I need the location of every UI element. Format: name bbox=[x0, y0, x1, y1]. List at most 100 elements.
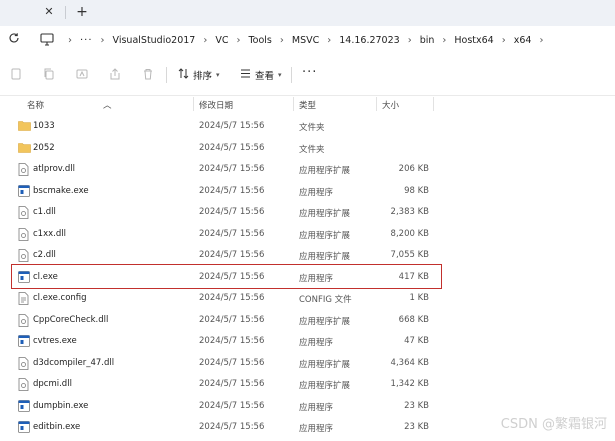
file-name: atlprov.dll bbox=[33, 164, 75, 174]
sort-label: 排序 bbox=[193, 71, 213, 82]
cut-icon[interactable] bbox=[10, 68, 22, 80]
dll-file-icon bbox=[18, 227, 30, 241]
file-row[interactable]: cvtres.exe 2024/5/7 15:56 应用程序 47 KB bbox=[0, 331, 615, 353]
file-size: 1,342 KB bbox=[390, 379, 429, 389]
breadcrumb-item[interactable]: Hostx64 bbox=[454, 35, 493, 46]
this-pc-icon[interactable] bbox=[40, 33, 54, 46]
file-row[interactable]: dpcmi.dll 2024/5/7 15:56 应用程序扩展 1,342 KB bbox=[0, 374, 615, 396]
chevron-right-icon: › bbox=[442, 35, 447, 46]
dll-file-icon bbox=[18, 206, 30, 219]
file-type: 应用程序 bbox=[299, 402, 334, 413]
file-row[interactable]: c1.dll 2024/5/7 15:56 应用程序扩展 2,383 KB bbox=[0, 202, 615, 224]
share-icon[interactable] bbox=[109, 68, 121, 80]
file-name: d3dcompiler_47.dll bbox=[33, 357, 115, 368]
column-resize-handle[interactable] bbox=[376, 97, 377, 111]
file-type: 文件夹 bbox=[299, 123, 325, 133]
breadcrumb-item[interactable]: VisualStudio2017 bbox=[113, 35, 196, 46]
breadcrumb-item[interactable]: x64 bbox=[514, 35, 532, 46]
column-header-size[interactable]: 大小 bbox=[382, 99, 399, 111]
file-type: 应用程序扩展 bbox=[299, 316, 351, 327]
breadcrumb: › ··· › VisualStudio2017 › VC › Tools › … bbox=[60, 26, 551, 55]
file-row[interactable]: c1xx.dll 2024/5/7 15:56 应用程序扩展 8,200 KB bbox=[0, 224, 615, 246]
file-date: 2024/5/7 15:56 bbox=[199, 250, 265, 260]
breadcrumb-overflow-button[interactable]: ··· bbox=[80, 35, 93, 46]
file-date: 2024/5/7 15:56 bbox=[199, 185, 265, 196]
file-name: 1033 bbox=[33, 121, 55, 131]
close-tab-icon[interactable]: ✕ bbox=[41, 4, 57, 20]
breadcrumb-item[interactable]: MSVC bbox=[292, 35, 319, 46]
address-bar: › ··· › VisualStudio2017 › VC › Tools › … bbox=[0, 26, 615, 55]
config-file-icon bbox=[18, 292, 30, 305]
chevron-right-icon: › bbox=[327, 35, 332, 46]
file-date: 2024/5/7 15:56 bbox=[199, 121, 265, 131]
file-type: 应用程序 bbox=[299, 338, 334, 348]
exe-file-icon bbox=[18, 421, 30, 434]
column-header-name[interactable]: 名称 bbox=[27, 99, 44, 111]
file-date: 2024/5/7 15:56 bbox=[199, 422, 265, 432]
chevron-right-icon: › bbox=[407, 35, 412, 46]
file-name: c2.dll bbox=[33, 250, 56, 260]
exe-file-icon bbox=[18, 399, 30, 413]
file-row[interactable]: d3dcompiler_47.dll 2024/5/7 15:56 应用程序扩展 4,… bbox=[0, 353, 615, 375]
file-type: 应用程序扩展 bbox=[299, 381, 351, 391]
file-name: cvtres.exe bbox=[33, 336, 77, 346]
breadcrumb-item[interactable]: VC bbox=[215, 35, 228, 46]
breadcrumb-item[interactable]: Tools bbox=[248, 35, 271, 46]
file-size: 23 KB bbox=[404, 400, 429, 411]
tab-divider bbox=[65, 6, 66, 19]
exe-file-icon bbox=[18, 335, 30, 348]
rename-icon[interactable] bbox=[76, 68, 88, 80]
file-type: 应用程序 bbox=[299, 424, 334, 434]
view-button[interactable]: 查看 ▾ bbox=[240, 66, 282, 84]
file-name: CppCoreCheck.dll bbox=[33, 314, 109, 325]
file-date: 2024/5/7 15:56 bbox=[199, 336, 265, 346]
dll-file-icon bbox=[18, 356, 30, 370]
file-row[interactable]: atlprov.dll 2024/5/7 15:56 应用程序扩展 206 KB bbox=[0, 159, 615, 181]
file-type: 文件夹 bbox=[299, 144, 325, 155]
file-name: cl.exe.config bbox=[33, 293, 87, 303]
folder-icon bbox=[18, 120, 31, 133]
file-date: 2024/5/7 15:56 bbox=[199, 293, 265, 303]
sort-button[interactable]: 排序 ▾ bbox=[178, 66, 220, 84]
column-resize-handle[interactable] bbox=[193, 97, 194, 111]
folder-icon bbox=[18, 142, 31, 155]
new-tab-button[interactable]: + bbox=[74, 3, 90, 21]
column-resize-handle[interactable] bbox=[433, 97, 434, 111]
column-header-row: ︿ 名称 修改日期 类型 大小 bbox=[0, 95, 615, 113]
file-name: c1xx.dll bbox=[33, 228, 66, 239]
file-date: 2024/5/7 15:56 bbox=[199, 379, 265, 389]
column-header-date[interactable]: 修改日期 bbox=[199, 99, 233, 111]
file-row[interactable]: 2052 2024/5/7 15:56 文件夹 bbox=[0, 138, 615, 160]
sort-ascending-icon: ︿ bbox=[103, 101, 112, 111]
file-type: 应用程序扩展 bbox=[299, 359, 351, 370]
copy-icon[interactable] bbox=[43, 68, 55, 80]
column-resize-handle[interactable] bbox=[293, 97, 294, 111]
dll-file-icon bbox=[18, 378, 30, 391]
file-row[interactable]: CppCoreCheck.dll 2024/5/7 15:56 应用程序扩展 668 … bbox=[0, 310, 615, 332]
chevron-down-icon: ▾ bbox=[216, 71, 220, 79]
breadcrumb-item[interactable]: bin bbox=[420, 35, 435, 46]
dll-file-icon bbox=[18, 313, 30, 327]
file-name: dumpbin.exe bbox=[33, 400, 89, 411]
file-row[interactable]: bscmake.exe 2024/5/7 15:56 应用程序 98 KB bbox=[0, 181, 615, 203]
file-size: 4,364 KB bbox=[390, 357, 429, 368]
file-type: 应用程序 bbox=[299, 187, 334, 198]
dll-file-icon bbox=[18, 249, 30, 262]
view-label: 查看 bbox=[255, 71, 275, 82]
refresh-icon[interactable] bbox=[5, 31, 23, 49]
file-row[interactable]: cl.exe.config 2024/5/7 15:56 CONFIG 文件 1 KB bbox=[0, 288, 615, 310]
more-options-button[interactable]: ··· bbox=[302, 65, 317, 80]
file-date: 2024/5/7 15:56 bbox=[199, 228, 265, 239]
file-size: 8,200 KB bbox=[390, 228, 429, 239]
highlight-box bbox=[11, 264, 442, 289]
chevron-right-icon[interactable]: › bbox=[539, 35, 543, 46]
command-bar: 排序 ▾ 查看 ▾ ··· bbox=[0, 55, 615, 96]
column-header-type[interactable]: 类型 bbox=[299, 99, 316, 111]
file-size: 23 KB bbox=[404, 422, 429, 432]
breadcrumb-item[interactable]: 14.16.27023 bbox=[339, 35, 399, 46]
file-date: 2024/5/7 15:56 bbox=[199, 142, 265, 153]
file-size: 1 KB bbox=[409, 293, 429, 303]
delete-icon[interactable] bbox=[142, 68, 154, 80]
file-row[interactable]: 1033 2024/5/7 15:56 文件夹 bbox=[0, 116, 615, 138]
file-type: 应用程序扩展 bbox=[299, 230, 351, 241]
